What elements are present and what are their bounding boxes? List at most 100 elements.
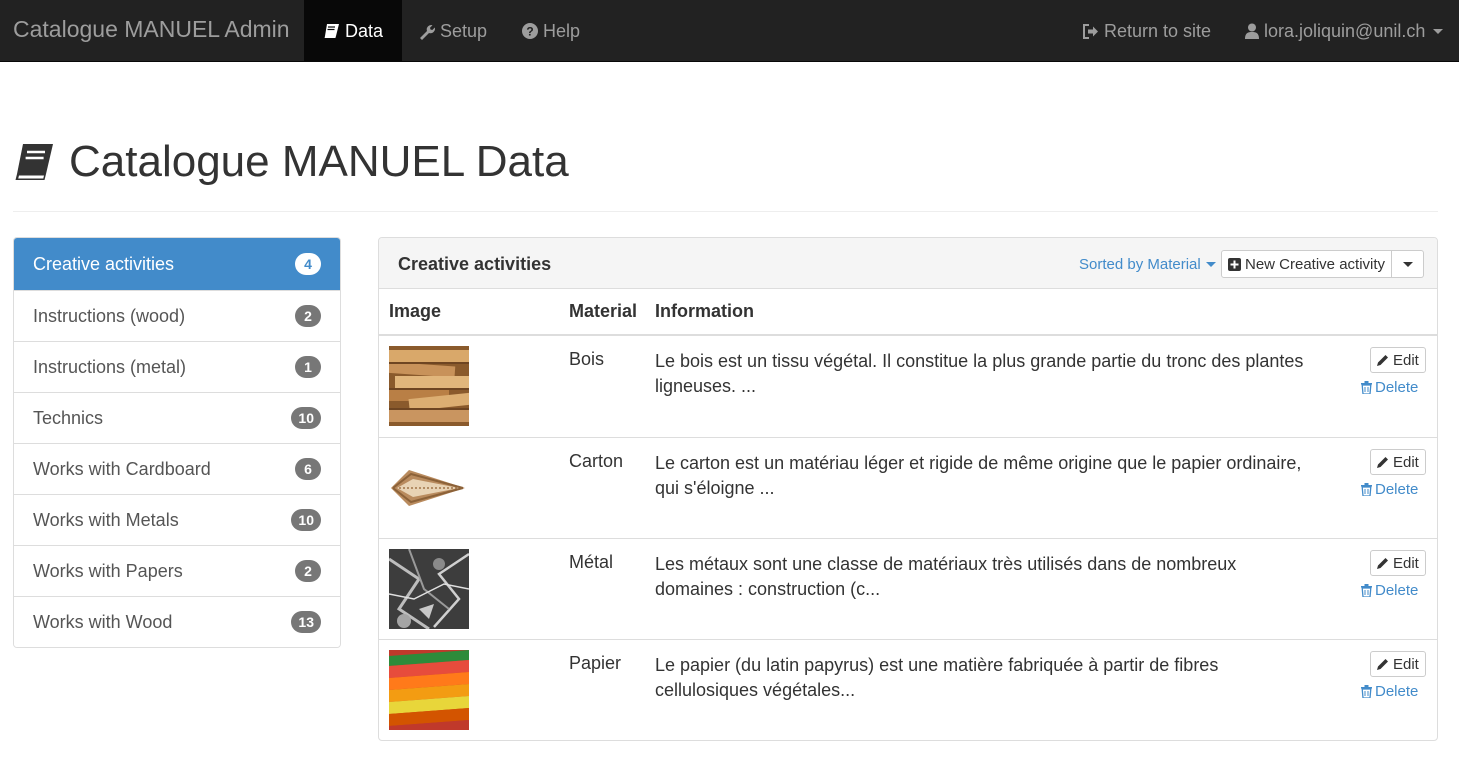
information-cell: Le carton est un matériau léger et rigid… bbox=[655, 453, 1302, 498]
page-title: Catalogue MANUEL Data bbox=[13, 137, 569, 187]
sidebar-item-label: Works with Wood bbox=[33, 611, 173, 632]
column-header-information[interactable]: Information bbox=[655, 301, 754, 322]
table-row: Bois Le bois est un tissu végétal. Il co… bbox=[379, 336, 1437, 437]
edit-label: Edit bbox=[1393, 351, 1419, 369]
activities-panel: Creative activities Sorted by Material N… bbox=[378, 237, 1438, 741]
edit-button[interactable]: Edit bbox=[1370, 347, 1426, 373]
sidebar-item-works-papers[interactable]: Works with Papers 2 bbox=[14, 545, 340, 596]
sidebar-item-label: Technics bbox=[33, 407, 104, 428]
divider bbox=[13, 211, 1438, 212]
sidebar: Creative activities 4 Instructions (wood… bbox=[13, 237, 341, 648]
wood-planks-image[interactable] bbox=[389, 346, 469, 426]
sidebar-item-works-wood[interactable]: Works with Wood 13 bbox=[14, 596, 340, 647]
sidebar-item-label: Works with Cardboard bbox=[33, 458, 211, 479]
count-badge: 2 bbox=[295, 560, 321, 582]
delete-label: Delete bbox=[1375, 379, 1419, 396]
material-cell: Papier bbox=[569, 653, 622, 673]
question-circle-icon: ? bbox=[522, 23, 538, 39]
delete-label: Delete bbox=[1375, 683, 1419, 700]
new-activity-button-group: New Creative activity bbox=[1221, 250, 1425, 278]
delete-link[interactable]: Delete bbox=[1361, 379, 1418, 396]
count-badge: 4 bbox=[295, 253, 321, 275]
edit-label: Edit bbox=[1393, 554, 1419, 572]
delete-link[interactable]: Delete bbox=[1361, 481, 1418, 498]
delete-link[interactable]: Delete bbox=[1361, 683, 1418, 700]
pencil-icon bbox=[1377, 456, 1389, 468]
navbar: Catalogue MANUEL Admin Data Setup ? Help… bbox=[0, 0, 1459, 62]
trash-icon bbox=[1361, 584, 1372, 597]
sidebar-item-label: Creative activities bbox=[33, 253, 175, 274]
edit-label: Edit bbox=[1393, 453, 1419, 471]
delete-label: Delete bbox=[1375, 582, 1419, 599]
nav-label-help: Help bbox=[543, 20, 581, 41]
count-badge: 13 bbox=[291, 611, 321, 633]
brand[interactable]: Catalogue MANUEL Admin bbox=[13, 16, 290, 43]
return-to-site-label: Return to site bbox=[1104, 20, 1212, 41]
edit-button[interactable]: Edit bbox=[1370, 449, 1426, 475]
sidebar-item-label: Works with Papers bbox=[33, 560, 183, 581]
panel-heading: Creative activities Sorted by Material N… bbox=[379, 238, 1437, 289]
sidebar-item-label: Instructions (metal) bbox=[33, 356, 187, 377]
material-cell: Carton bbox=[569, 451, 624, 471]
column-header-material[interactable]: Material bbox=[569, 301, 637, 322]
sidebar-item-works-metals[interactable]: Works with Metals 10 bbox=[14, 494, 340, 545]
sidebar-item-instructions-wood[interactable]: Instructions (wood) 2 bbox=[14, 290, 340, 341]
table-row: Métal Les métaux sont une classe de maté… bbox=[379, 538, 1437, 639]
nav-item-setup[interactable]: Setup bbox=[418, 0, 487, 62]
table-row: Carton Le carton est un matériau léger e… bbox=[379, 437, 1437, 538]
new-creative-activity-button[interactable]: New Creative activity bbox=[1221, 250, 1393, 278]
nav-label-setup: Setup bbox=[440, 20, 488, 41]
page-title-text: Catalogue MANUEL Data bbox=[69, 137, 569, 186]
book-icon bbox=[323, 23, 340, 39]
wrench-icon bbox=[418, 23, 435, 40]
edit-label: Edit bbox=[1393, 655, 1419, 673]
new-button-label: New Creative activity bbox=[1245, 255, 1386, 273]
trash-icon bbox=[1361, 381, 1372, 394]
colored-paper-image[interactable] bbox=[389, 650, 469, 730]
edit-button[interactable]: Edit bbox=[1370, 651, 1426, 677]
nav-item-help[interactable]: ? Help bbox=[522, 0, 580, 62]
metal-scrap-image[interactable] bbox=[389, 549, 469, 629]
sort-label: Sorted by Material bbox=[1079, 256, 1201, 273]
nav-label-data: Data bbox=[345, 20, 384, 41]
sidebar-item-instructions-metal[interactable]: Instructions (metal) 1 bbox=[14, 341, 340, 392]
count-badge: 10 bbox=[291, 407, 321, 429]
column-header-image[interactable]: Image bbox=[389, 301, 441, 322]
information-cell: Le bois est un tissu végétal. Il constit… bbox=[655, 351, 1304, 396]
pencil-icon bbox=[1377, 354, 1389, 366]
pencil-icon bbox=[1377, 557, 1389, 569]
user-icon bbox=[1245, 23, 1259, 39]
panel-title: Creative activities bbox=[398, 254, 552, 274]
sidebar-item-label: Works with Metals bbox=[33, 509, 179, 530]
sidebar-item-works-cardboard[interactable]: Works with Cardboard 6 bbox=[14, 443, 340, 494]
trash-icon bbox=[1361, 685, 1372, 698]
chevron-down-icon bbox=[1205, 262, 1216, 267]
sidebar-item-creative-activities[interactable]: Creative activities 4 bbox=[14, 238, 340, 290]
count-badge: 6 bbox=[295, 458, 321, 480]
information-cell: Le papier (du latin papyrus) est une mat… bbox=[655, 655, 1219, 700]
trash-icon bbox=[1361, 483, 1372, 496]
information-cell: Les métaux sont une classe de matériaux … bbox=[655, 554, 1237, 599]
chevron-down-icon bbox=[1402, 261, 1413, 267]
nav-item-data[interactable]: Data bbox=[304, 0, 403, 62]
cardboard-image[interactable] bbox=[389, 448, 469, 528]
table-row: Papier Le papier (du latin papyrus) est … bbox=[379, 639, 1437, 740]
edit-button[interactable]: Edit bbox=[1370, 550, 1426, 576]
sign-out-icon bbox=[1082, 23, 1099, 39]
count-badge: 10 bbox=[291, 509, 321, 531]
sort-dropdown[interactable]: Sorted by Material bbox=[1079, 256, 1216, 273]
chevron-down-icon bbox=[1433, 28, 1444, 34]
sidebar-item-technics[interactable]: Technics 10 bbox=[14, 392, 340, 443]
material-cell: Métal bbox=[569, 552, 614, 572]
user-menu[interactable]: lora.joliquin@unil.ch bbox=[1245, 0, 1444, 62]
new-options-toggle[interactable] bbox=[1392, 250, 1425, 278]
count-badge: 2 bbox=[295, 305, 321, 327]
plus-square-icon bbox=[1228, 257, 1241, 271]
user-email: lora.joliquin@unil.ch bbox=[1264, 20, 1426, 41]
svg-text:?: ? bbox=[526, 25, 533, 39]
count-badge: 1 bbox=[295, 356, 321, 378]
delete-link[interactable]: Delete bbox=[1361, 582, 1418, 599]
material-cell: Bois bbox=[569, 349, 605, 369]
return-to-site-link[interactable]: Return to site bbox=[1082, 0, 1211, 62]
sidebar-item-label: Instructions (wood) bbox=[33, 305, 186, 326]
